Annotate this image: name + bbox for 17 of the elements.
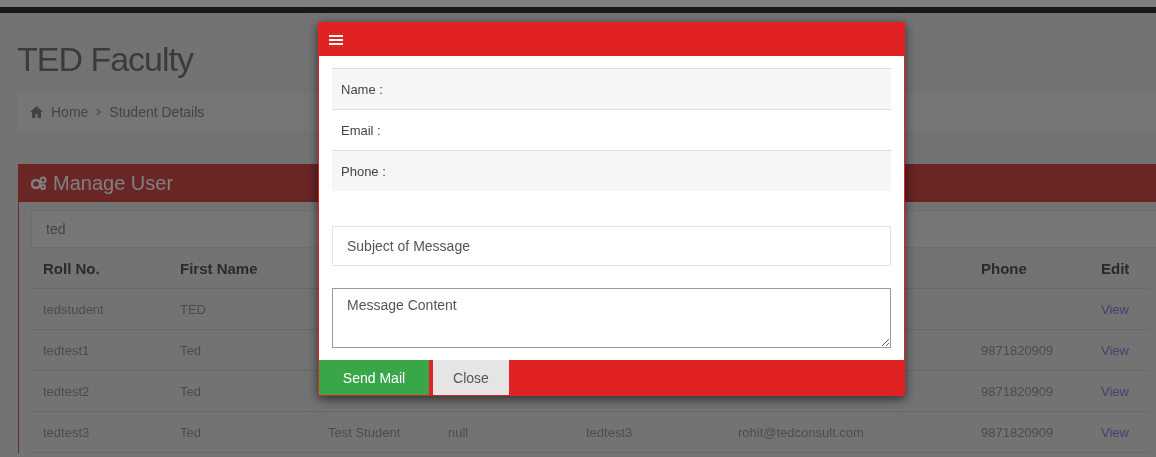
- chevron-icon: [96, 108, 102, 116]
- info-label: Name :: [341, 81, 383, 97]
- column-header: First Name: [180, 259, 258, 277]
- panel-title: Manage User: [53, 171, 174, 195]
- info-label: Phone :: [341, 163, 386, 179]
- info-label: Email :: [341, 122, 381, 138]
- home-icon: [30, 106, 43, 118]
- send-mail-button[interactable]: Send Mail: [319, 360, 429, 395]
- page-title: TED Faculty: [17, 39, 194, 79]
- column-header: Phone: [981, 259, 1027, 277]
- column-header: Roll No.: [43, 259, 100, 277]
- subject-field[interactable]: Subject of Message: [332, 226, 891, 266]
- close-button[interactable]: Close: [433, 360, 509, 395]
- menu-icon[interactable]: [329, 33, 343, 46]
- message-field[interactable]: Message Content: [332, 288, 891, 348]
- column-header: Edit: [1101, 259, 1130, 277]
- gears-icon: [31, 176, 47, 190]
